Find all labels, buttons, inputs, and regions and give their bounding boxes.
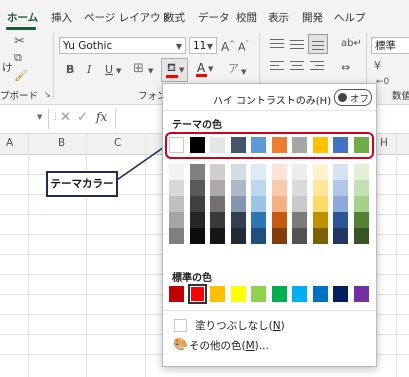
theme-shade-swatch[interactable] xyxy=(230,196,246,212)
no-fill-swatch xyxy=(174,319,187,332)
theme-shade-swatch[interactable] xyxy=(210,180,225,196)
theme-shade-swatch[interactable] xyxy=(292,228,307,244)
theme-shade-swatch[interactable] xyxy=(169,164,184,180)
theme-shade-swatch[interactable] xyxy=(251,212,266,228)
theme-shade-swatch[interactable] xyxy=(169,228,184,244)
theme-shade-swatch[interactable] xyxy=(333,196,348,212)
theme-shade-swatch[interactable] xyxy=(230,228,246,244)
theme-shade-swatch[interactable] xyxy=(333,212,348,228)
theme-shade-swatch[interactable] xyxy=(312,164,328,180)
theme-shade-swatch[interactable] xyxy=(230,212,246,228)
theme-shade-swatch[interactable] xyxy=(169,196,184,212)
theme-shade-swatch[interactable] xyxy=(210,228,225,244)
theme-shade-swatch[interactable] xyxy=(271,228,287,244)
standard-color-swatch[interactable] xyxy=(353,286,369,302)
theme-shade-swatch[interactable] xyxy=(353,164,369,180)
theme-color-swatch[interactable] xyxy=(292,137,307,153)
theme-color-swatch[interactable] xyxy=(312,137,328,153)
theme-color-swatch[interactable] xyxy=(251,137,266,153)
theme-shade-swatch[interactable] xyxy=(312,228,328,244)
theme-shade-swatch[interactable] xyxy=(210,196,225,212)
palette-icon: 🎨 xyxy=(173,337,188,351)
theme-color-swatch[interactable] xyxy=(169,137,184,153)
theme-shade-swatch[interactable] xyxy=(271,212,287,228)
theme-shade-swatch[interactable] xyxy=(312,212,328,228)
standard-color-swatch[interactable] xyxy=(271,286,287,302)
theme-shade-swatch[interactable] xyxy=(251,196,266,212)
theme-shade-swatch[interactable] xyxy=(353,196,369,212)
more-colors-label: その他の色(M)... xyxy=(189,340,269,352)
theme-color-swatch[interactable] xyxy=(333,137,348,153)
theme-shade-swatch[interactable] xyxy=(333,228,348,244)
theme-shade-swatch[interactable] xyxy=(210,212,225,228)
more-colors-item[interactable]: 🎨 その他の色(M)... xyxy=(171,335,371,353)
no-fill-item[interactable]: 塗りつぶしなし(N) xyxy=(171,315,371,333)
fill-color-palette: ハイ コントラストのみ(H) オフ テーマの色 標準の色 塗りつぶしなし(N) … xyxy=(162,83,377,367)
high-contrast-toggle[interactable]: オフ xyxy=(334,89,372,106)
standard-color-swatch[interactable] xyxy=(251,286,266,302)
theme-shade-swatch[interactable] xyxy=(292,196,307,212)
theme-shade-swatch[interactable] xyxy=(230,180,246,196)
theme-shade-swatch[interactable] xyxy=(271,196,287,212)
theme-shade-swatch[interactable] xyxy=(333,164,348,180)
theme-shade-swatch[interactable] xyxy=(169,212,184,228)
high-contrast-label: ハイ コントラストのみ(H) xyxy=(213,96,332,107)
theme-color-swatch[interactable] xyxy=(210,137,225,153)
theme-shade-swatch[interactable] xyxy=(353,212,369,228)
theme-shade-swatch[interactable] xyxy=(189,180,205,196)
theme-colors-title: テーマの色 xyxy=(172,120,222,131)
theme-shade-swatch[interactable] xyxy=(271,180,287,196)
theme-shade-swatch[interactable] xyxy=(189,196,205,212)
theme-shade-swatch[interactable] xyxy=(251,164,266,180)
divider xyxy=(163,110,376,111)
standard-color-swatch[interactable] xyxy=(292,286,307,302)
theme-color-callout: テーマカラー xyxy=(46,171,118,197)
theme-shade-swatch[interactable] xyxy=(251,180,266,196)
no-fill-label: 塗りつぶしなし(N) xyxy=(195,320,285,332)
toggle-knob xyxy=(338,93,347,102)
theme-shade-swatch[interactable] xyxy=(333,180,348,196)
theme-shade-swatch[interactable] xyxy=(292,180,307,196)
standard-color-swatch[interactable] xyxy=(312,286,328,302)
theme-shade-swatch[interactable] xyxy=(292,212,307,228)
theme-shade-swatch[interactable] xyxy=(169,180,184,196)
standard-color-swatch[interactable] xyxy=(230,286,246,302)
standard-color-swatch[interactable] xyxy=(333,286,348,302)
divider xyxy=(163,310,376,311)
theme-shade-swatch[interactable] xyxy=(230,164,246,180)
standard-color-swatch[interactable] xyxy=(169,286,184,302)
theme-color-swatch[interactable] xyxy=(353,137,369,153)
theme-color-swatch[interactable] xyxy=(189,137,205,153)
theme-shade-swatch[interactable] xyxy=(353,180,369,196)
theme-color-swatch[interactable] xyxy=(271,137,287,153)
theme-shade-swatch[interactable] xyxy=(292,164,307,180)
theme-color-swatch[interactable] xyxy=(230,137,246,153)
theme-shade-swatch[interactable] xyxy=(271,164,287,180)
theme-shade-swatch[interactable] xyxy=(189,212,205,228)
theme-shade-swatch[interactable] xyxy=(210,164,225,180)
theme-shade-swatch[interactable] xyxy=(353,228,369,244)
standard-color-swatch[interactable] xyxy=(187,284,207,304)
theme-shade-swatch[interactable] xyxy=(189,228,205,244)
toggle-state: オフ xyxy=(350,94,370,105)
theme-shade-swatch[interactable] xyxy=(251,228,266,244)
theme-shade-swatch[interactable] xyxy=(312,196,328,212)
theme-shade-swatch[interactable] xyxy=(189,164,205,180)
theme-shade-swatch[interactable] xyxy=(312,180,328,196)
standard-color-swatch[interactable] xyxy=(210,286,225,302)
standard-colors-title: 標準の色 xyxy=(172,273,212,284)
